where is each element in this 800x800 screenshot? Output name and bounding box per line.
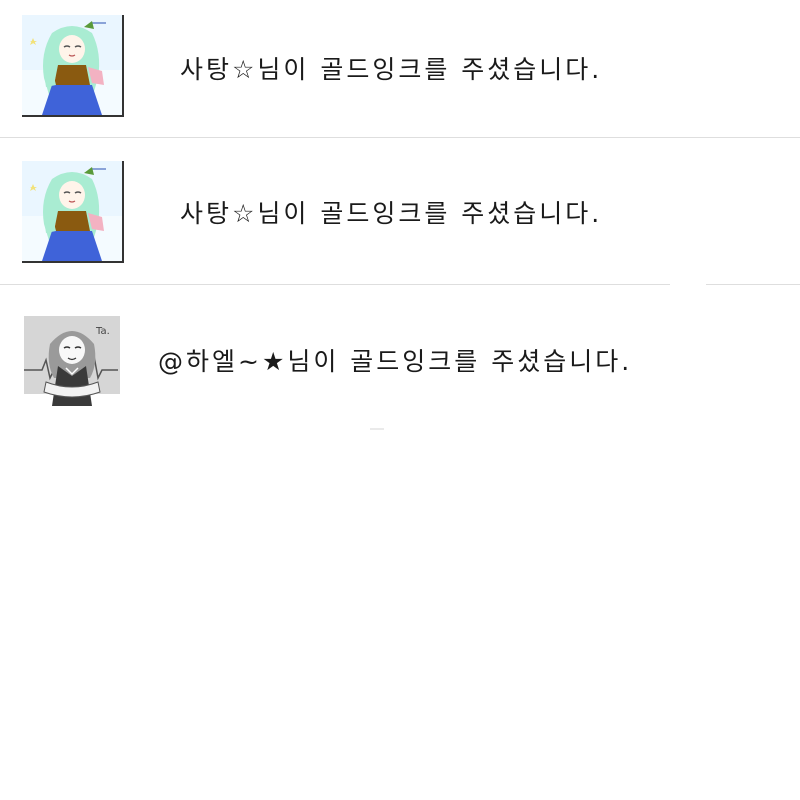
user-avatar[interactable] <box>22 161 124 263</box>
notification-item[interactable]: Ta. @하엘~★님이 골드잉크를 주셨습니다. <box>0 284 800 430</box>
notification-message: 사탕☆님이 골드잉크를 주셨습니다. <box>180 55 603 84</box>
scroll-artifact <box>370 428 384 430</box>
green-haired-girl-avatar-icon <box>22 161 122 261</box>
grey-haired-girl-avatar-icon: Ta. <box>22 314 122 408</box>
user-avatar[interactable]: Ta. <box>22 314 122 408</box>
notification-item[interactable]: 사탕☆님이 골드잉크를 주셨습니다. <box>0 0 800 146</box>
green-haired-girl-avatar-icon <box>22 15 122 115</box>
user-avatar[interactable] <box>22 15 124 117</box>
svg-text:Ta.: Ta. <box>95 326 110 337</box>
notification-message: 사탕☆님이 골드잉크를 주셨습니다. <box>180 199 603 228</box>
notification-item[interactable]: 사탕☆님이 골드잉크를 주셨습니다. <box>0 138 800 284</box>
notification-message: @하엘~★님이 골드잉크를 주셨습니다. <box>158 347 633 376</box>
